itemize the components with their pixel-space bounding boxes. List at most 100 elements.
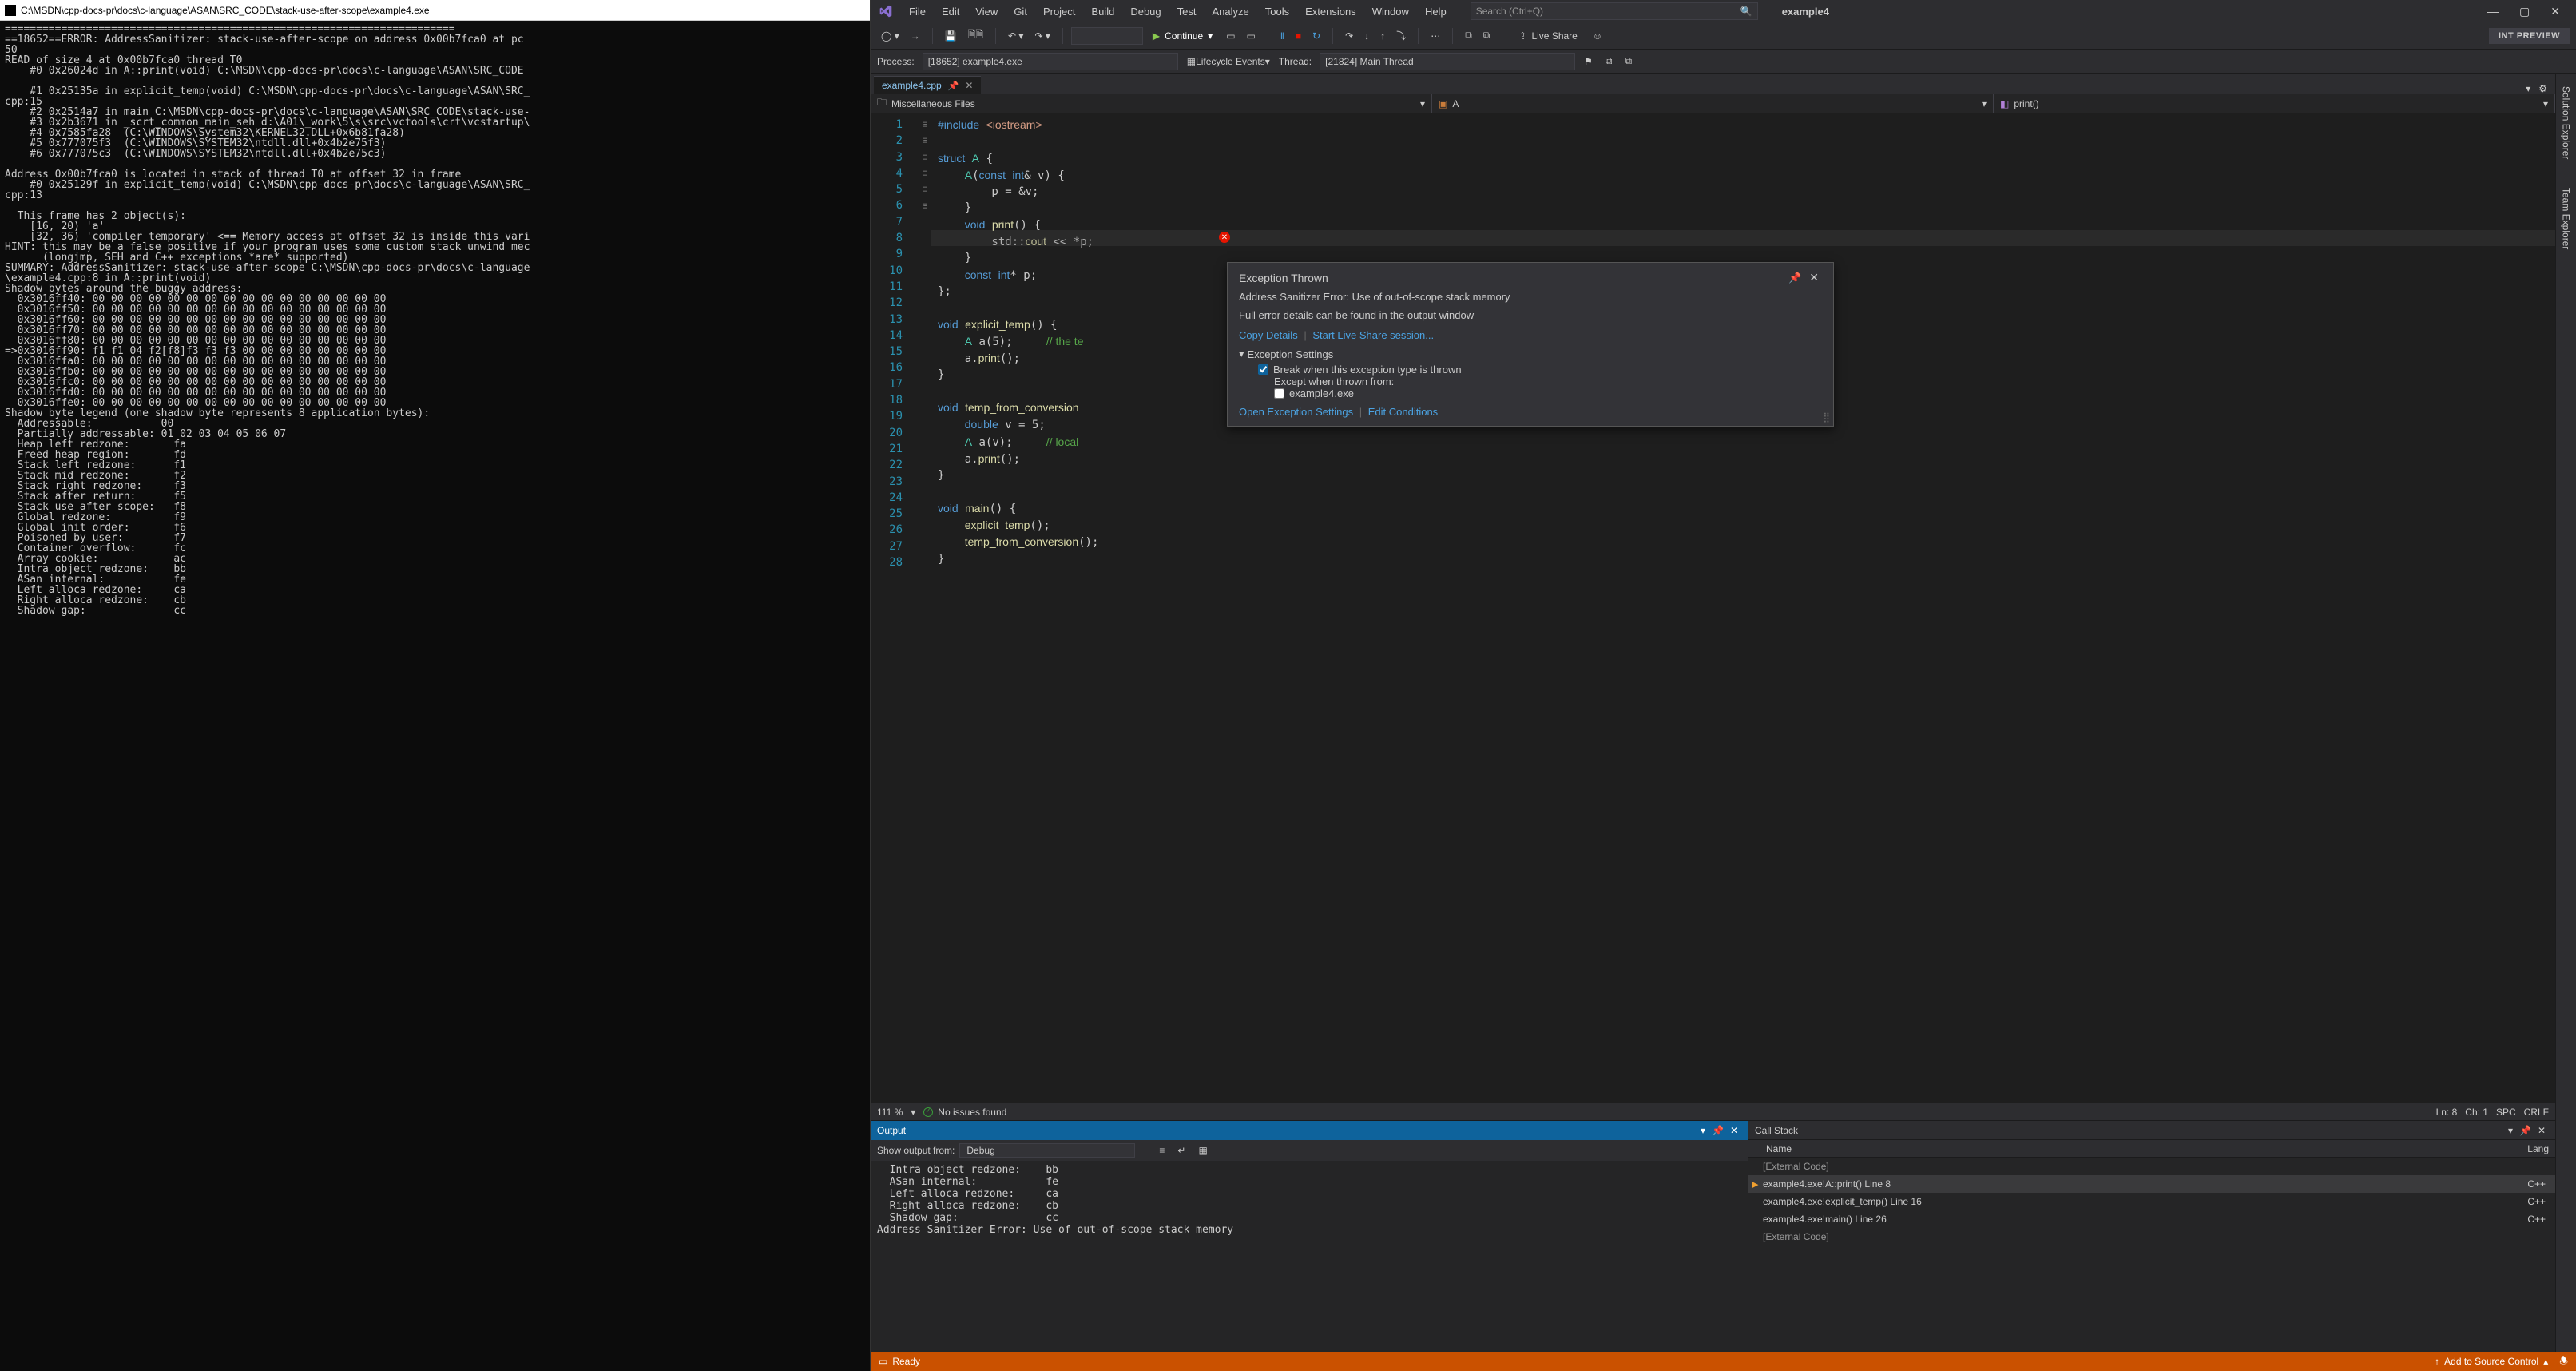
copy-details-link[interactable]: Copy Details bbox=[1239, 329, 1298, 341]
code-surface[interactable]: #include <iostream> struct A { A(const i… bbox=[931, 113, 2555, 1103]
menu-window[interactable]: Window bbox=[1364, 6, 1417, 18]
member-dropdown[interactable]: ◧print()▾ bbox=[1994, 94, 2555, 113]
menu-build[interactable]: Build bbox=[1083, 6, 1122, 18]
platform-dropdown[interactable] bbox=[1071, 27, 1143, 45]
exception-message: Address Sanitizer Error: Use of out-of-s… bbox=[1239, 291, 1822, 303]
open-exception-settings-link[interactable]: Open Exception Settings bbox=[1239, 406, 1353, 418]
save-all-button[interactable]: 🗎🗎 bbox=[964, 25, 987, 46]
global-search-input[interactable]: Search (Ctrl+Q) 🔍 bbox=[1471, 2, 1758, 20]
menu-tools[interactable]: Tools bbox=[1257, 6, 1297, 18]
menu-extensions[interactable]: Extensions bbox=[1297, 6, 1364, 18]
output-toggle-button[interactable]: ▦ bbox=[1194, 1142, 1211, 1158]
call-stack-row[interactable]: example4.exe!main() Line 26C++ bbox=[1748, 1210, 2555, 1228]
save-button[interactable]: 💾 bbox=[941, 28, 961, 44]
console-titlebar[interactable]: C:\MSDN\cpp-docs-pr\docs\c-language\ASAN… bbox=[0, 0, 870, 21]
popup-close-icon[interactable]: ✕ bbox=[1806, 271, 1822, 284]
tab-overflow-button[interactable]: ▾ bbox=[2522, 83, 2534, 94]
menu-file[interactable]: File bbox=[901, 6, 934, 18]
tb-icon-2[interactable]: ▭ bbox=[1243, 28, 1260, 44]
process-dropdown[interactable]: [18652] example4.exe bbox=[923, 53, 1178, 70]
scope-dropdown[interactable]: 🗀Miscellaneous Files▾ bbox=[871, 94, 1432, 113]
output-wrap-button[interactable]: ↵ bbox=[1173, 1142, 1189, 1158]
editor-settings-button[interactable]: ⚙ bbox=[2534, 83, 2552, 94]
tb-icon-1[interactable]: ▭ bbox=[1222, 28, 1239, 44]
step-cursor-button[interactable]: ⤵ bbox=[1392, 26, 1410, 45]
tb-extra-2[interactable]: ⧉ bbox=[1461, 27, 1476, 44]
except-item-checkbox[interactable] bbox=[1274, 388, 1284, 399]
output-body[interactable]: Intra object redzone: bb ASan internal: … bbox=[871, 1161, 1748, 1352]
step-into-button[interactable]: ↓ bbox=[1360, 28, 1373, 44]
nav-fwd-button[interactable]: → bbox=[907, 28, 924, 44]
menu-help[interactable]: Help bbox=[1417, 6, 1455, 18]
restart-button[interactable]: ↻ bbox=[1308, 28, 1324, 44]
panel-dropdown-icon[interactable]: ▾ bbox=[1697, 1125, 1709, 1136]
zoom-level[interactable]: 111 % bbox=[877, 1107, 903, 1118]
tb2-flag[interactable]: ⚑ bbox=[1580, 54, 1597, 70]
console-window: C:\MSDN\cpp-docs-pr\docs\c-language\ASAN… bbox=[0, 0, 871, 1371]
call-stack-body[interactable]: [External Code]▶example4.exe!A::print() … bbox=[1748, 1158, 2555, 1352]
menu-debug[interactable]: Debug bbox=[1122, 6, 1169, 18]
cs-dropdown-icon[interactable]: ▾ bbox=[2505, 1125, 2516, 1136]
undo-button[interactable]: ↶ ▾ bbox=[1004, 28, 1027, 44]
menu-edit[interactable]: Edit bbox=[934, 6, 967, 18]
pin-icon[interactable]: 📌 bbox=[948, 81, 959, 91]
redo-button[interactable]: ↷ ▾ bbox=[1030, 28, 1054, 44]
editor-tab-active[interactable]: example4.cpp 📌 ✕ bbox=[874, 76, 981, 94]
code-editor[interactable]: 1234567891011121314151617181920212223242… bbox=[871, 113, 2555, 1103]
menu-test[interactable]: Test bbox=[1169, 6, 1205, 18]
stop-button[interactable]: ■ bbox=[1292, 28, 1305, 44]
search-icon: 🔍 bbox=[1740, 6, 1752, 17]
edit-conditions-link[interactable]: Edit Conditions bbox=[1368, 406, 1438, 418]
pause-button[interactable]: ‖ bbox=[1276, 28, 1288, 44]
cs-col-name[interactable]: Name bbox=[1766, 1143, 2527, 1154]
break-when-checkbox[interactable] bbox=[1258, 364, 1268, 375]
minimize-button[interactable]: — bbox=[2487, 5, 2499, 18]
close-tab-icon[interactable]: ✕ bbox=[965, 80, 973, 91]
solution-explorer-tab[interactable]: Solution Explorer bbox=[2559, 80, 2574, 165]
tb-extra-1[interactable]: ⋯ bbox=[1427, 28, 1444, 44]
step-over-button[interactable]: ↷ bbox=[1341, 28, 1357, 44]
team-explorer-tab[interactable]: Team Explorer bbox=[2559, 181, 2574, 256]
add-to-source-control-button[interactable]: ↑ Add to Source Control ▴ bbox=[2435, 1356, 2548, 1367]
error-indicator[interactable]: No issues found bbox=[923, 1107, 1006, 1118]
menu-git[interactable]: Git bbox=[1006, 6, 1035, 18]
class-dropdown[interactable]: ▣A▾ bbox=[1432, 94, 1994, 113]
live-share-button[interactable]: ⇪ Live Share bbox=[1510, 30, 1585, 42]
error-glyph-icon[interactable]: ✕ bbox=[1219, 232, 1230, 243]
nav-back-button[interactable]: ◯ ▾ bbox=[877, 28, 903, 44]
resize-grip-icon[interactable]: ⣿ bbox=[1823, 411, 1830, 423]
indent-mode[interactable]: SPC bbox=[2496, 1107, 2516, 1118]
tb2-stack[interactable]: ⧉ bbox=[1621, 53, 1636, 70]
tb-extra-3[interactable]: ⧉ bbox=[1479, 27, 1494, 44]
call-stack-row[interactable]: ▶example4.exe!A::print() Line 8C++ bbox=[1748, 1175, 2555, 1193]
menu-project[interactable]: Project bbox=[1035, 6, 1083, 18]
call-stack-row[interactable]: example4.exe!explicit_temp() Line 16C++ bbox=[1748, 1193, 2555, 1210]
popup-pin-icon[interactable]: 📌 bbox=[1784, 272, 1806, 284]
lifecycle-events-button[interactable]: ▦ Lifecycle Events ▾ bbox=[1183, 54, 1274, 70]
thread-dropdown[interactable]: [21824] Main Thread bbox=[1320, 53, 1575, 70]
maximize-button[interactable]: ▢ bbox=[2519, 5, 2530, 18]
feedback-button[interactable]: ☺ bbox=[1589, 28, 1606, 44]
step-out-button[interactable]: ↑ bbox=[1376, 28, 1389, 44]
notifications-button[interactable]: 🕭 bbox=[2559, 1353, 2568, 1370]
call-stack-title[interactable]: Call Stack ▾ 📌 ✕ bbox=[1748, 1121, 2555, 1140]
menu-analyze[interactable]: Analyze bbox=[1204, 6, 1256, 18]
cs-col-lang[interactable]: Lang bbox=[2527, 1143, 2549, 1154]
fold-column[interactable]: ⊟⊟⊟⊟⊟⊟ bbox=[919, 113, 931, 1103]
cs-pin-icon[interactable]: 📌 bbox=[2516, 1125, 2534, 1136]
close-button[interactable]: ✕ bbox=[2550, 5, 2560, 18]
exception-settings-toggle[interactable]: ▾ Exception Settings bbox=[1239, 348, 1822, 360]
output-source-dropdown[interactable]: Debug bbox=[959, 1143, 1135, 1158]
line-ending[interactable]: CRLF bbox=[2524, 1107, 2549, 1118]
cs-close-icon[interactable]: ✕ bbox=[2534, 1125, 2549, 1136]
call-stack-row[interactable]: [External Code] bbox=[1748, 1158, 2555, 1175]
panel-pin-icon[interactable]: 📌 bbox=[1709, 1125, 1727, 1136]
tb2-threads[interactable]: ⧉ bbox=[1602, 53, 1617, 70]
start-live-share-link[interactable]: Start Live Share session... bbox=[1312, 329, 1434, 341]
output-panel-title[interactable]: Output ▾ 📌 ✕ bbox=[871, 1121, 1748, 1140]
menu-view[interactable]: View bbox=[967, 6, 1006, 18]
output-clear-button[interactable]: ≡ bbox=[1155, 1142, 1169, 1158]
call-stack-row[interactable]: [External Code] bbox=[1748, 1228, 2555, 1246]
panel-close-icon[interactable]: ✕ bbox=[1727, 1125, 1741, 1136]
continue-button[interactable]: ▶ Continue ▾ bbox=[1146, 29, 1219, 43]
